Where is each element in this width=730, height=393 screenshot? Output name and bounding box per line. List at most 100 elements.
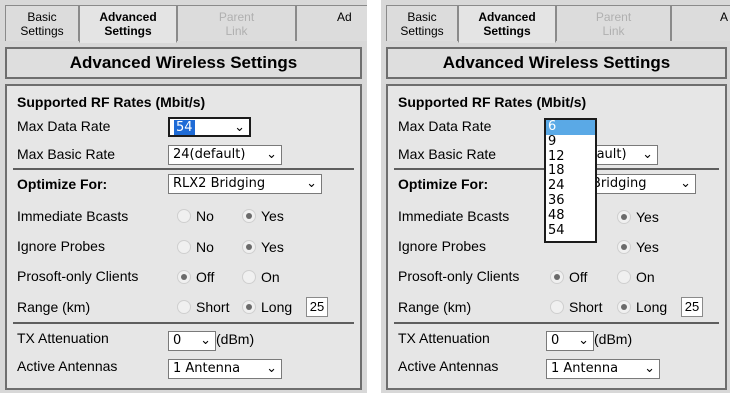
radio-icon	[177, 240, 191, 254]
max-basic-rate-select[interactable]: 24(default) ⌄	[168, 145, 282, 165]
tab-label-line1: Advanced	[478, 10, 536, 24]
radio-label: Yes	[636, 239, 659, 255]
radio-label: Yes	[261, 208, 284, 224]
rate-option[interactable]: 54	[546, 223, 595, 239]
tab-additional-partial[interactable]: A	[671, 5, 730, 41]
page-title: Advanced Wireless Settings	[5, 47, 362, 79]
radio-label: Off	[196, 269, 215, 285]
chevron-down-icon: ⌄	[644, 361, 655, 376]
chevron-down-icon: ⌄	[234, 120, 245, 135]
tab-parent-link[interactable]: Parent Link	[556, 5, 671, 41]
tx-attenuation-unit: (dBm)	[216, 331, 255, 347]
tab-strip: Basic Settings Advanced Settings Parent …	[386, 5, 730, 43]
tab-parent-link[interactable]: Parent Link	[177, 5, 296, 41]
rate-option[interactable]: 12	[546, 149, 595, 165]
radio-label: No	[196, 239, 214, 255]
active-antennas-select[interactable]: 1 Antenna ⌄	[546, 359, 660, 379]
tab-label-line1: Advanced	[99, 10, 157, 24]
prosoft-only-off-radio[interactable]: Off	[550, 269, 587, 285]
radio-label: Long	[636, 299, 668, 315]
radio-icon	[617, 240, 631, 254]
radio-label: Short	[196, 299, 230, 315]
radio-label: Long	[261, 299, 293, 315]
settings-panel-right: Basic Settings Advanced Settings Parent …	[381, 0, 730, 393]
ignore-probes-yes-radio[interactable]: Yes	[617, 239, 659, 255]
settings-form: Supported RF Rates (Mbit/s) Max Data Rat…	[386, 84, 727, 390]
tx-attenuation-unit: (dBm)	[594, 331, 633, 347]
tab-label-line2: Link	[602, 23, 625, 38]
ignore-probes-label: Ignore Probes	[398, 238, 486, 254]
tab-basic-settings[interactable]: Basic Settings	[386, 5, 458, 41]
rate-option[interactable]: 48	[546, 208, 595, 224]
immediate-bcasts-yes-radio[interactable]: Yes	[242, 208, 284, 224]
range-short-radio[interactable]: Short	[550, 299, 602, 315]
range-km-label: Range (km)	[398, 299, 472, 315]
tx-attenuation-label: TX Attenuation	[398, 330, 490, 346]
optimize-for-select[interactable]: RLX2 Bridging ⌄	[168, 174, 322, 194]
max-basic-rate-select[interactable]: fault) ⌄	[587, 145, 658, 165]
select-value: 0	[173, 333, 182, 348]
tab-advanced-settings[interactable]: Advanced Settings	[79, 5, 177, 43]
divider	[13, 322, 354, 324]
range-long-radio[interactable]: Long	[242, 299, 292, 315]
chevron-down-icon: ⌄	[200, 333, 211, 348]
max-basic-rate-label: Max Basic Rate	[17, 146, 116, 162]
radio-icon	[242, 209, 256, 223]
rate-option[interactable]: 18	[546, 164, 595, 179]
radio-icon	[242, 300, 256, 314]
rate-option[interactable]: 6	[546, 119, 595, 135]
active-antennas-label: Active Antennas	[398, 358, 499, 374]
tab-label-line2: Settings	[400, 23, 444, 38]
radio-icon	[177, 300, 191, 314]
select-value: 54	[174, 120, 195, 135]
select-value: 24(default)	[173, 147, 246, 162]
radio-label: Off	[569, 269, 588, 285]
ignore-probes-yes-radio[interactable]: Yes	[242, 239, 284, 255]
settings-panel-left: Basic Settings Advanced Settings Parent …	[0, 0, 367, 393]
select-value: RLX2 Bridging	[173, 176, 266, 191]
range-short-radio[interactable]: Short	[177, 299, 229, 315]
max-basic-rate-label: Max Basic Rate	[398, 146, 497, 162]
chevron-down-icon: ⌄	[266, 147, 277, 162]
immediate-bcasts-no-radio[interactable]: No	[177, 208, 214, 224]
range-value-input[interactable]: 25	[681, 297, 703, 317]
prosoft-only-on-radio[interactable]: On	[617, 269, 655, 285]
rate-option[interactable]: 9	[546, 134, 595, 150]
tab-label-line2: Settings	[104, 24, 152, 38]
rate-option[interactable]: 24	[546, 178, 595, 194]
tab-label-line2: Settings	[20, 23, 64, 38]
max-data-rate-select[interactable]: 54 ⌄	[168, 117, 251, 137]
ignore-probes-no-radio[interactable]: No	[177, 239, 214, 255]
radio-label: Yes	[636, 209, 659, 225]
optimize-for-select[interactable]: Bridging ⌄	[587, 174, 696, 194]
active-antennas-select[interactable]: 1 Antenna ⌄	[168, 359, 282, 379]
tab-additional-partial[interactable]: Ad	[296, 5, 367, 41]
tx-attenuation-select[interactable]: 0 ⌄	[546, 331, 594, 351]
immediate-bcasts-yes-radio[interactable]: Yes	[617, 209, 659, 225]
tab-label-line2: Settings	[483, 24, 531, 38]
tx-attenuation-select[interactable]: 0 ⌄	[168, 331, 216, 351]
tab-basic-settings[interactable]: Basic Settings	[5, 5, 79, 41]
tab-label-line1: Ad	[337, 10, 352, 24]
rate-option[interactable]: 36	[546, 193, 595, 209]
chevron-down-icon: ⌄	[266, 361, 277, 376]
radio-icon	[177, 270, 191, 284]
range-value-input[interactable]: 25	[306, 297, 328, 317]
chevron-down-icon: ⌄	[642, 147, 653, 162]
radio-label: Short	[569, 299, 603, 315]
chevron-down-icon: ⌄	[680, 176, 691, 191]
section-heading-rf-rates: Supported RF Rates (Mbit/s)	[398, 94, 587, 110]
chevron-down-icon: ⌄	[578, 333, 589, 348]
range-long-radio[interactable]: Long	[617, 299, 667, 315]
prosoft-only-off-radio[interactable]: Off	[177, 269, 214, 285]
radio-label: Yes	[261, 239, 284, 255]
select-value: 0	[551, 333, 560, 348]
select-value: 1 Antenna	[173, 361, 241, 376]
max-data-rate-label: Max Data Rate	[398, 118, 492, 134]
radio-icon	[617, 210, 631, 224]
prosoft-only-on-radio[interactable]: On	[242, 269, 280, 285]
tab-label-line1: Parent	[595, 9, 632, 24]
tab-strip: Basic Settings Advanced Settings Parent …	[5, 5, 367, 43]
max-data-rate-dropdown-list[interactable]: 6 9 12 18 24 36 48 54	[544, 118, 597, 243]
tab-advanced-settings[interactable]: Advanced Settings	[458, 5, 556, 43]
